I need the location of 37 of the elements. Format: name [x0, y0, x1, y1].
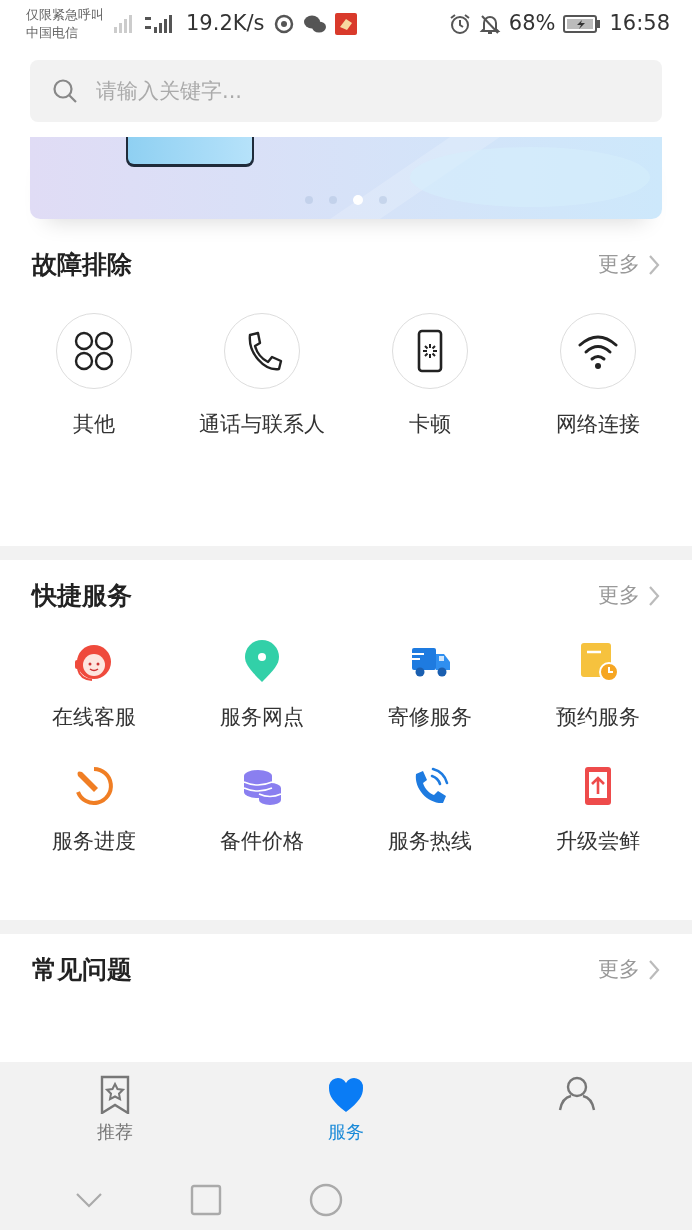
issue-label: 网络连接	[555, 411, 641, 438]
clock: 16:58	[609, 10, 670, 38]
app-icon	[272, 13, 295, 35]
issue-label: 通话与联系人	[198, 411, 326, 438]
service-button[interactable]: 寄修服务	[346, 640, 514, 734]
battery-icon	[563, 14, 602, 34]
app-icon	[334, 13, 357, 35]
service-button[interactable]: 预约服务	[514, 640, 682, 734]
search-field[interactable]: 请输入关键字...	[30, 60, 662, 122]
mute-icon	[478, 13, 501, 35]
chat-icon	[302, 13, 327, 35]
service-button[interactable]: 服务热线	[346, 763, 514, 857]
alarm-icon	[448, 13, 471, 35]
issue-label: 其他	[72, 411, 116, 438]
section-title: 故障排除	[32, 249, 133, 282]
search-icon	[52, 78, 78, 104]
network-speed: 19.2K/s	[186, 10, 265, 38]
chevron-right-icon	[648, 254, 660, 276]
square-icon	[190, 1184, 222, 1216]
issue-label: 卡顿	[408, 411, 452, 438]
tab[interactable]: 推荐	[76, 1062, 155, 1145]
carousel-dot[interactable]	[353, 195, 363, 205]
battery-percent: 68%	[508, 10, 556, 38]
chevron-down-icon	[74, 1190, 104, 1210]
chevron-right-icon	[648, 959, 660, 981]
carrier-text: 仅限紧急呼叫	[26, 6, 104, 24]
service-button[interactable]: 升级尝鲜	[514, 763, 682, 857]
chevron-right-icon	[648, 585, 660, 607]
service-button[interactable]: 服务网点	[178, 640, 346, 734]
circle-icon	[308, 1182, 344, 1218]
service-button[interactable]: 备件价格	[178, 763, 346, 857]
section-title: 常见问题	[32, 954, 133, 987]
service-button[interactable]: 在线客服	[10, 640, 178, 734]
carrier-text: 中国电信	[26, 24, 79, 42]
service-button[interactable]: 服务进度	[10, 763, 178, 857]
grid-icon	[72, 329, 116, 373]
section-title: 快捷服务	[32, 580, 133, 613]
